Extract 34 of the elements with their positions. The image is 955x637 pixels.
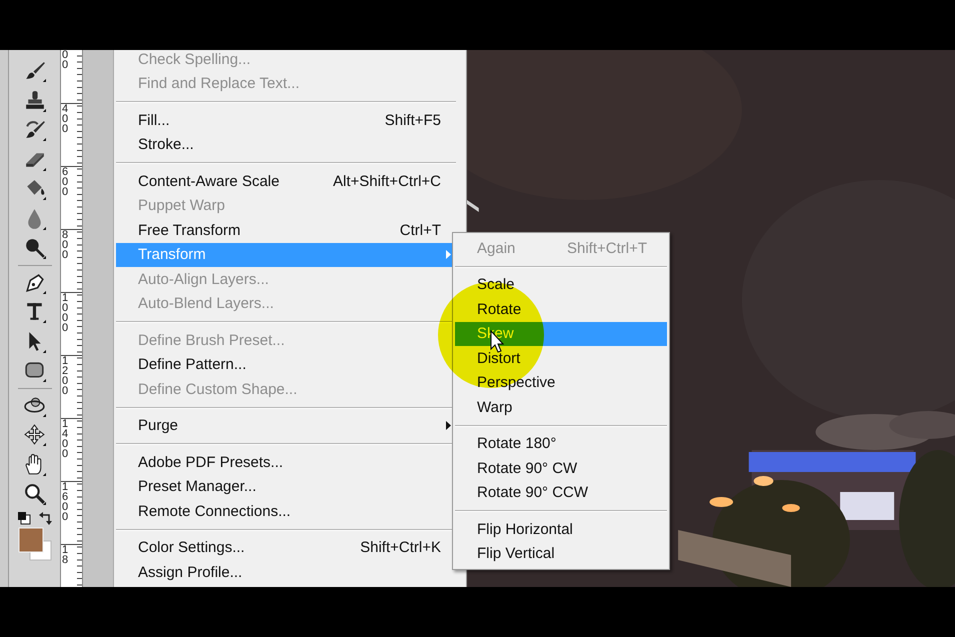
ruler-label: 1200 — [61, 356, 70, 396]
swap-icon[interactable] — [38, 510, 52, 524]
color-swatch-icon[interactable] — [18, 526, 52, 560]
menu-item[interactable]: Flip Vertical — [455, 542, 667, 566]
zoom-icon[interactable] — [22, 482, 46, 506]
menu-item[interactable]: Remote Connections... — [116, 499, 430, 524]
menu-item[interactable]: Free Transform Ctrl+T — [116, 218, 444, 242]
ruler-label: 18 — [61, 545, 70, 565]
ruler-label: 1600 — [61, 482, 70, 522]
default-colors-icon[interactable] — [16, 510, 30, 524]
menu-item[interactable]: Content-Aware Scale Alt+Shift+Ctrl+C — [116, 169, 444, 194]
submenu-arrow-icon — [446, 421, 451, 430]
ruler-label: 600 — [61, 167, 70, 197]
menu-item[interactable]: Rotate 180° — [455, 432, 667, 456]
menu-item[interactable]: Purge — [116, 414, 456, 438]
menu-item[interactable]: Fill... Shift+F5 — [116, 108, 444, 132]
menu-item[interactable]: Adobe PDF Presets... — [116, 450, 430, 474]
ruler-label: 00 — [61, 50, 70, 70]
ruler-label: 1000 — [61, 293, 70, 333]
menu-item[interactable]: Rotate 90° CW — [455, 456, 667, 480]
ruler-label: 1400 — [61, 419, 70, 459]
menu-item[interactable]: Warp — [455, 395, 667, 420]
menu-item[interactable]: Rotate 90° CCW — [455, 480, 667, 505]
menu-item[interactable]: Preset Manager... — [116, 474, 430, 499]
ruler-label: 800 — [61, 230, 70, 260]
menu-item[interactable]: Stroke... — [116, 132, 430, 157]
move-icon[interactable] — [22, 423, 46, 447]
menu-item[interactable]: Flip Horizontal — [455, 517, 667, 542]
menu-item[interactable]: Color Settings... Shift+Ctrl+K — [116, 536, 444, 560]
submenu-arrow-icon — [446, 250, 451, 260]
menu-item[interactable]: Define Pattern... — [116, 352, 430, 377]
menu-item[interactable]: Assign Profile... — [116, 560, 430, 584]
ruler-label: 400 — [61, 104, 70, 134]
hand-icon[interactable] — [22, 452, 46, 476]
